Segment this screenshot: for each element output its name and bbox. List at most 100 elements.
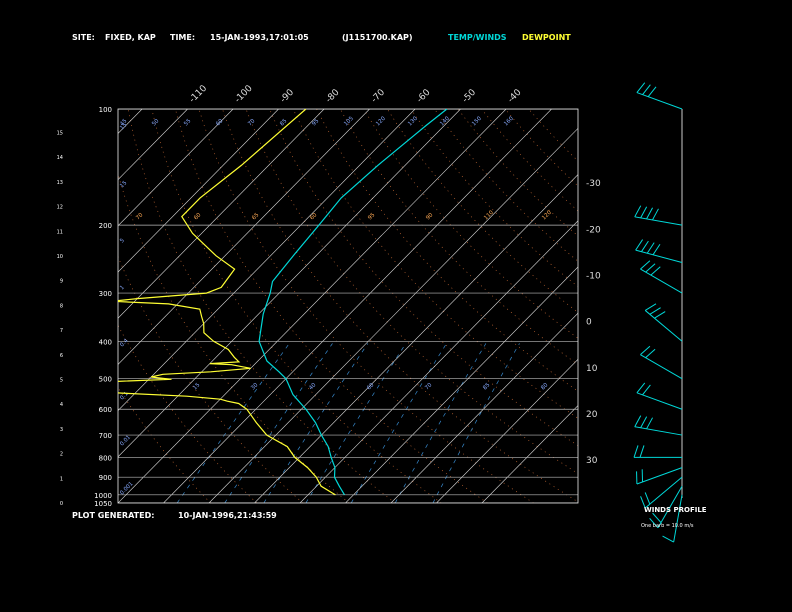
mixing-ratio-line: [394, 343, 487, 503]
height-tick-label: 6: [60, 353, 63, 359]
wind-barb: [636, 467, 683, 485]
wind-barb-flag: [649, 307, 661, 315]
theta-label: 85: [482, 382, 492, 392]
wind-barb-flag: [652, 208, 659, 221]
height-tick-label: 1: [60, 476, 63, 482]
plot-frame: [117, 108, 579, 504]
wind-barb-flag: [640, 345, 651, 356]
wind-barb: [634, 205, 683, 226]
theta-label: 50: [151, 118, 161, 128]
wind-barb-flag: [662, 535, 674, 543]
wind-barb-flag: [646, 207, 654, 220]
wind-barb-flag: [640, 260, 651, 270]
isotherm-label: -100: [233, 83, 255, 105]
wind-barb: [634, 415, 683, 436]
wind-barb: [644, 303, 683, 342]
wind-barb: [635, 239, 683, 264]
wind-barb-flag: [647, 86, 657, 97]
theta-label: 70: [135, 212, 145, 222]
dry-adiabat-line: [434, 109, 578, 262]
wind-barb-flag: [642, 384, 651, 396]
dry-adiabat-line: [504, 109, 578, 187]
wind-barb-staff: [636, 92, 683, 110]
theta-label: 95: [367, 212, 377, 222]
theta-label: 40: [308, 382, 318, 392]
wind-barb-flag: [634, 415, 642, 427]
height-tick-label: 10: [57, 254, 63, 260]
pressure-tick-label: 200: [99, 222, 112, 230]
height-tick-label: 5: [60, 377, 63, 383]
height-tick-label: 0: [60, 501, 63, 507]
wind-barb-flag: [652, 512, 662, 523]
wind-barb-staff: [640, 268, 683, 294]
wind-barb: [640, 260, 683, 294]
theta-label: 70: [424, 382, 434, 392]
wind-barb-staff: [634, 426, 683, 436]
winds-profile-title: WINDS PROFILE: [644, 506, 707, 514]
isotherm-line: [208, 127, 578, 503]
wind-barb-staff: [673, 494, 683, 543]
wind-barb-flag: [646, 242, 655, 254]
wind-barb-flag: [644, 492, 651, 505]
isotherm-line: [0, 109, 97, 503]
theta-label: 110: [483, 209, 495, 221]
isotherm-label: -80: [324, 87, 342, 105]
wind-barb-flag: [635, 239, 644, 251]
theta-label: 120: [375, 115, 387, 127]
isotherm-label: 0: [586, 318, 592, 328]
theta-label: 65: [251, 212, 261, 222]
isotherm-label: 10: [586, 364, 598, 374]
theta-label: 140: [439, 115, 451, 127]
isotherm-line: [118, 109, 325, 319]
wind-barb: [640, 345, 683, 380]
wind-barb-flag: [652, 243, 661, 256]
isotherm-label: -10: [586, 271, 601, 281]
isotherm-label: -40: [506, 87, 524, 105]
dewpoint-line: [118, 109, 336, 496]
wind-barb-flag: [645, 348, 656, 359]
isotherm-line: [163, 109, 552, 503]
dry-adiabat-line: [245, 109, 578, 474]
mixing-ratio-line: [305, 343, 407, 503]
wind-barb-flag: [634, 205, 642, 218]
pressure-tick-label: 100: [99, 106, 112, 114]
isotherm-line: [118, 109, 461, 458]
dry-adiabat-line: [127, 109, 396, 503]
mixing-ratio-line: [176, 343, 290, 503]
height-tick-label: 9: [60, 279, 63, 285]
wind-barb-flag: [645, 263, 656, 273]
wind-barb-staff: [635, 249, 683, 264]
pressure-tick-label: 700: [99, 432, 112, 440]
wind-barb-flag: [636, 82, 646, 93]
theta-label: 95: [311, 118, 321, 128]
theta-label: 60: [309, 212, 319, 222]
dry-adiabat-line: [339, 109, 578, 366]
generated-label: PLOT GENERATED:: [72, 511, 155, 520]
isotherm-line: [118, 109, 234, 227]
isotherm-label: -30: [586, 179, 601, 189]
wind-barb-flag: [646, 417, 654, 430]
wind-barb-flag: [650, 266, 661, 276]
theta-label: 70: [247, 118, 257, 128]
theta-label: 30: [250, 382, 260, 392]
height-tick-label: 7: [60, 328, 63, 334]
mixing-ratio-label: 1: [119, 285, 126, 292]
wind-barb-staff: [634, 216, 683, 226]
wind-barb-flag: [644, 303, 657, 311]
wind-barb-staff: [636, 392, 683, 410]
height-tick-label: 3: [60, 427, 63, 433]
mixing-ratio-line: [432, 343, 520, 503]
wind-barb: [640, 476, 683, 509]
height-tick-label: 4: [60, 402, 63, 408]
dry-adiabat-line: [222, 109, 578, 503]
height-tick-label: 8: [60, 303, 63, 309]
height-tick-label: 15: [57, 130, 63, 136]
skewt-diagram: 1002003004005006007008009001000105001234…: [0, 82, 683, 543]
mixing-ratio-label: 5: [119, 237, 126, 244]
theta-label: 15: [192, 382, 202, 392]
isotherm-line: [118, 109, 279, 273]
wind-barb-flag: [642, 84, 651, 95]
theta-label: 60: [193, 212, 203, 222]
isotherm-label: -50: [461, 87, 479, 105]
wind-barb-flag: [654, 311, 666, 319]
